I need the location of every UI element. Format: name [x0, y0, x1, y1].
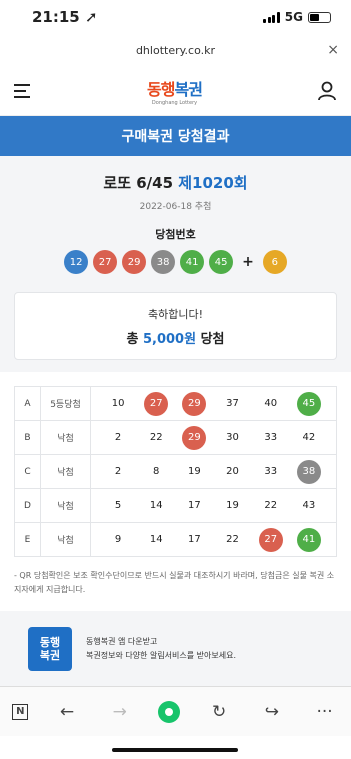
ticket-rank: 5등당첨	[40, 386, 91, 421]
winning-ball: 41	[180, 250, 205, 274]
ticket-number: 2	[114, 432, 122, 443]
network-label: 5G	[284, 10, 303, 24]
browser-toolbar: N ← → ↻ ↪ ···	[0, 686, 351, 736]
ticket-number: 8	[153, 466, 160, 477]
ticket-rank: 낙첨	[40, 420, 91, 455]
site-header: 동행복권 Donghang Lottery	[0, 66, 351, 116]
menu-icon[interactable]	[14, 83, 32, 98]
qr-notice: - QR 당첨확인은 보조 확인수단이므로 반드시 실물과 대조하시기 바라며,…	[14, 571, 335, 594]
ticket-number: 40	[264, 398, 278, 409]
ticket-label: B	[14, 420, 41, 455]
congrats-text: 축하합니다!	[147, 307, 203, 321]
table-row: A 5등당첨 10 27 29 37 40 45	[14, 386, 337, 421]
more-icon[interactable]: ···	[311, 702, 339, 722]
naver-home-icon[interactable]: N	[12, 703, 29, 720]
ticket-number: 30	[226, 432, 239, 443]
ticket-number: 27	[258, 527, 283, 552]
ticket-number: 42	[302, 432, 316, 443]
ticket-number: 19	[226, 500, 239, 511]
promo-line-1: 동행복권 앱 다운받고	[86, 637, 158, 646]
ticket-number: 14	[149, 500, 163, 511]
ticket-label: E	[14, 522, 41, 557]
draw-summary: 로또 6/45 제1020회 2022-06-18 추첨 당첨번호 12 27 29…	[0, 156, 351, 372]
draw-date: 2022-06-18 추첨	[139, 202, 212, 212]
user-icon[interactable]	[317, 81, 337, 101]
ticket-label: D	[14, 488, 41, 523]
winning-ball: 27	[93, 250, 118, 274]
result-card: 축하합니다! 총 5,000원 당첨	[14, 292, 337, 360]
close-icon[interactable]: ×	[327, 42, 339, 58]
game-title: 로또 6/45 제1020회	[103, 174, 248, 192]
home-indicator	[112, 748, 238, 752]
status-bar: 21:15 ➚ 5G	[0, 0, 351, 34]
back-icon[interactable]: ←	[53, 702, 81, 722]
app-promo[interactable]: 동행 복권 동행복권 앱 다운받고 복권정보와 다양한 알림서비스를 받아보세요.	[0, 611, 351, 687]
table-row: E 낙첨 9 14 17 22 27 41	[14, 522, 337, 557]
ticket-number: 17	[188, 534, 201, 545]
page-title: 구매복권 당첨결과	[0, 116, 351, 156]
promo-line-2: 복권정보와 다양한 알림서비스를 받아보세요.	[86, 651, 237, 660]
ticket-number: 33	[264, 466, 278, 477]
ticket-number: 45	[296, 391, 321, 416]
ticket-number: 29	[182, 425, 207, 450]
ticket-number: 29	[182, 391, 207, 416]
ticket-number: 33	[264, 432, 278, 443]
ticket-label: A	[14, 386, 41, 421]
green-dot-icon[interactable]	[158, 700, 181, 723]
winning-ball: 29	[122, 250, 147, 274]
signal-icon	[263, 11, 280, 23]
ticket-number: 37	[226, 398, 239, 409]
winning-ball: 12	[64, 250, 89, 274]
winning-ball: 38	[151, 250, 176, 274]
reload-icon[interactable]: ↻	[205, 702, 233, 722]
ticket-number: 22	[226, 534, 239, 545]
ticket-number: 17	[188, 500, 201, 511]
winning-ball: 45	[209, 250, 234, 274]
ticket-number: 22	[149, 432, 163, 443]
ticket-rank: 낙첨	[40, 454, 91, 489]
battery-icon	[308, 11, 331, 23]
ticket-number: 22	[264, 500, 278, 511]
ticket-number: 38	[296, 459, 321, 484]
ticket-number: 27	[144, 391, 169, 416]
ticket-number: 43	[302, 500, 316, 511]
winning-numbers: 12 27 29 38 41 45 +6	[14, 250, 337, 274]
ticket-rank: 낙첨	[40, 488, 91, 523]
plus-sign: +	[242, 254, 254, 270]
ticket-table: A 5등당첨 10 27 29 37 40 45 B 낙첨 2 22 29 30 33 42 C 낙첨 2 8 19 20…	[14, 386, 337, 557]
url-host[interactable]: dhlottery.co.kr	[136, 44, 215, 57]
site-logo[interactable]: 동행복권 Donghang Lottery	[147, 76, 203, 106]
ticket-number: 10	[111, 398, 125, 409]
ticket-number: 14	[149, 534, 163, 545]
ticket-number: 5	[114, 500, 122, 511]
prize-text: 총 5,000원 당첨	[126, 331, 225, 347]
ticket-number: 9	[114, 534, 122, 545]
share-icon[interactable]: ↪	[258, 702, 286, 722]
ticket-number: 19	[188, 466, 201, 477]
url-bar[interactable]: dhlottery.co.kr ×	[0, 34, 351, 66]
ticket-label: C	[14, 454, 41, 489]
table-row: B 낙첨 2 22 29 30 33 42	[14, 420, 337, 455]
ticket-number: 41	[296, 527, 321, 552]
bonus-ball: 6	[262, 250, 287, 274]
forward-icon[interactable]: →	[106, 702, 134, 722]
table-row: D 낙첨 5 14 17 19 22 43	[14, 488, 337, 523]
clock: 21:15 ➚	[32, 8, 98, 26]
table-row: C 낙첨 2 8 19 20 33 38	[14, 454, 337, 489]
ticket-number: 20	[226, 466, 239, 477]
winning-numbers-label: 당첨번호	[155, 228, 196, 241]
ticket-rank: 낙첨	[40, 522, 91, 557]
ticket-number: 2	[114, 466, 122, 477]
app-icon[interactable]: 동행 복권	[28, 627, 72, 671]
